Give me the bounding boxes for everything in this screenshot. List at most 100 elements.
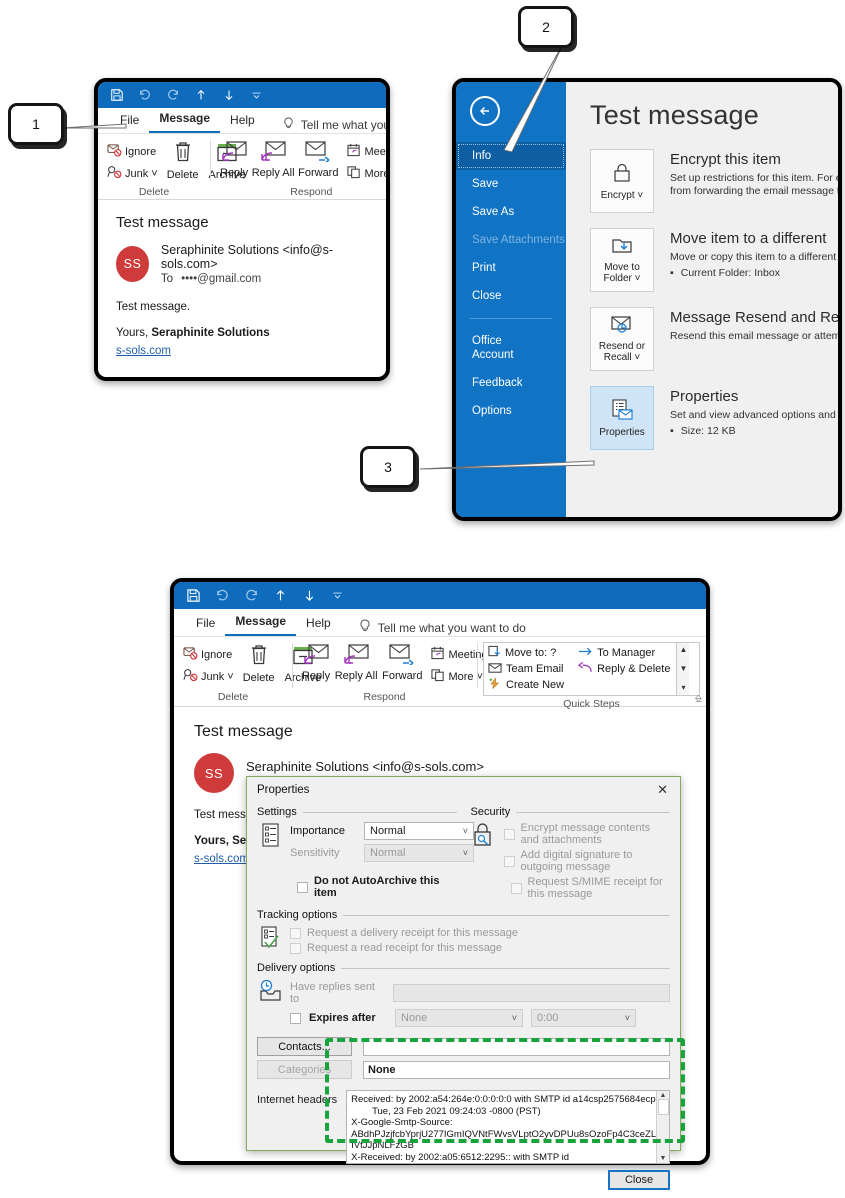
reply-all-button[interactable]: Reply All <box>251 138 295 181</box>
autoarchive-row[interactable]: Do not AutoArchive this item <box>297 875 457 899</box>
forward-button[interactable]: Forward <box>378 641 426 684</box>
undo-icon[interactable] <box>138 88 152 102</box>
expires-after-checkbox[interactable] <box>290 1012 301 1024</box>
up-arrow-icon[interactable] <box>194 88 208 102</box>
tab-message[interactable]: Message <box>149 107 221 133</box>
autoarchive-checkbox[interactable] <box>297 881 308 893</box>
delivery-rule <box>341 967 670 969</box>
backstage-title: Test message <box>590 100 759 130</box>
redo-icon[interactable] <box>166 88 180 102</box>
message-subject: Test message <box>194 723 293 740</box>
backstage-item-feedback[interactable]: Feedback <box>456 369 566 397</box>
reply-all-button[interactable]: Reply All <box>335 641 378 684</box>
more-label: More ˅ <box>364 167 390 180</box>
contacts-input[interactable] <box>363 1037 670 1056</box>
backstage-content: Test message Encrypt ˅ Encrypt this item… <box>566 82 838 517</box>
properties-tile-button[interactable]: Properties <box>590 386 654 450</box>
down-arrow-icon[interactable] <box>302 588 317 603</box>
up-arrow-icon[interactable] <box>273 588 288 603</box>
internet-headers-box[interactable]: Received: by 2002:a54:264e:0:0:0:0:0 wit… <box>346 1090 670 1164</box>
close-button[interactable]: Close <box>608 1170 670 1190</box>
forward-label: Forward <box>382 670 423 682</box>
save-icon[interactable] <box>186 588 201 603</box>
encrypt-tile-button[interactable]: Encrypt ˅ <box>590 149 654 213</box>
junk-icon <box>107 165 122 182</box>
ribbon-1: Ignore Junk ˅ Delete Archive Delete Repl… <box>98 134 386 200</box>
quick-step-to-manager-label: To Manager <box>597 647 656 659</box>
more-chevron-icon[interactable] <box>331 589 344 602</box>
backstage-item-close[interactable]: Close <box>456 282 566 310</box>
delete-button[interactable]: Delete <box>163 138 203 183</box>
body-signature: Yours, Seraphinite Solutions <box>116 327 270 339</box>
save-icon[interactable] <box>110 88 124 102</box>
quick-access-toolbar-1[interactable] <box>98 82 386 108</box>
quick-step-team-email[interactable]: Team Email <box>488 661 564 677</box>
tab-help[interactable]: Help <box>296 612 341 636</box>
quick-access-toolbar-3[interactable] <box>174 582 706 609</box>
ignore-button[interactable]: Ignore <box>104 141 161 162</box>
signature-link[interactable]: s-sols.com <box>116 345 171 357</box>
quick-step-create-new[interactable]: Create New <box>488 677 564 693</box>
more-button[interactable]: More ˅ <box>344 163 390 184</box>
backstage-item-office-account[interactable]: Office Account <box>456 327 536 369</box>
importance-select[interactable]: Normal ˅ <box>364 822 474 840</box>
quick-steps-scrollbar[interactable]: ▲ ▼ ▾ <box>676 643 690 695</box>
delivery-receipt-row: Request a delivery receipt for this mess… <box>290 927 670 939</box>
tab-help[interactable]: Help <box>220 109 265 133</box>
redo-icon[interactable] <box>244 588 259 603</box>
down-arrow-icon[interactable] <box>222 88 236 102</box>
chevron-down-icon: ˅ <box>624 1013 630 1023</box>
close-icon[interactable]: ✕ <box>653 783 672 796</box>
backstage-item-print[interactable]: Print <box>456 254 566 282</box>
internet-headers-scrollbar[interactable]: ▲ ▼ <box>656 1091 669 1163</box>
undo-icon[interactable] <box>215 588 230 603</box>
quick-step-to-manager[interactable]: To Manager <box>578 645 670 661</box>
meeting-button[interactable]: Meeting <box>344 141 386 162</box>
quick-steps-dialog-launcher-icon[interactable]: ⎒ <box>695 693 702 704</box>
forward-button[interactable]: Forward <box>294 138 342 181</box>
more-chevron-icon[interactable] <box>250 89 263 102</box>
ribbon-group-respond-3: Reply Reply All Forward Meeting More ˅ R… <box>292 637 488 706</box>
reply-button[interactable]: Reply <box>298 641 334 684</box>
scroll-down-icon[interactable]: ▼ <box>660 1155 667 1162</box>
meeting-icon <box>347 143 361 160</box>
reply-button[interactable]: Reply <box>216 138 252 181</box>
reply-icon <box>303 643 329 668</box>
to-manager-icon <box>578 645 593 661</box>
backstage-item-save[interactable]: Save <box>456 170 566 198</box>
quick-step-reply-delete[interactable]: Reply & Delete <box>577 661 670 677</box>
scroll-up-icon[interactable]: ▲ <box>660 1092 667 1099</box>
junk-button[interactable]: Junk ˅ <box>180 666 237 687</box>
categories-input[interactable]: None <box>363 1060 670 1079</box>
ignore-button[interactable]: Ignore <box>180 644 237 665</box>
scroll-more-icon[interactable]: ▾ <box>681 682 685 694</box>
tab-message[interactable]: Message <box>225 610 297 636</box>
junk-button[interactable]: Junk ˅ <box>104 163 161 184</box>
scroll-down-icon[interactable]: ▼ <box>679 663 687 675</box>
contacts-button[interactable]: Contacts... <box>257 1037 352 1056</box>
quick-steps-gallery[interactable]: Move to: ? To Manager Team Email Reply &… <box>483 642 700 696</box>
security-rule <box>516 811 670 813</box>
signature-link[interactable]: s-sols.com <box>194 853 249 865</box>
create-new-icon <box>488 677 502 693</box>
settings-group-label: Settings <box>257 806 297 818</box>
junk-icon <box>183 668 198 685</box>
resend-recall-tile-button[interactable]: Resend or Recall ˅ <box>590 307 654 371</box>
callout-1: 1 <box>8 103 64 145</box>
move-to-folder-tile-button[interactable]: Move to Folder ˅ <box>590 228 654 292</box>
reply-all-label: Reply All <box>251 167 295 179</box>
callout-3-bubble: 3 <box>360 446 416 488</box>
backstage-item-options[interactable]: Options <box>456 397 566 425</box>
delete-button[interactable]: Delete <box>239 641 279 686</box>
scroll-thumb[interactable] <box>657 1099 669 1115</box>
tab-file[interactable]: File <box>186 612 225 636</box>
encrypt-contents-checkbox <box>503 828 515 840</box>
backstage-item-save-as[interactable]: Save As <box>456 198 566 226</box>
tell-me-box-3[interactable]: Tell me what you want to do <box>359 619 526 636</box>
ribbon-group-respond-1: Reply Reply All Forward Meet More Respon… <box>210 134 390 199</box>
quick-step-move-to[interactable]: Move to: ? <box>488 645 564 661</box>
to-value: ••••@gmail.com <box>181 273 262 285</box>
tell-me-box-1[interactable]: Tell me what you wa <box>283 117 386 133</box>
encrypt-desc-2: from forwarding the email message to <box>670 185 838 197</box>
scroll-up-icon[interactable]: ▲ <box>679 644 687 656</box>
